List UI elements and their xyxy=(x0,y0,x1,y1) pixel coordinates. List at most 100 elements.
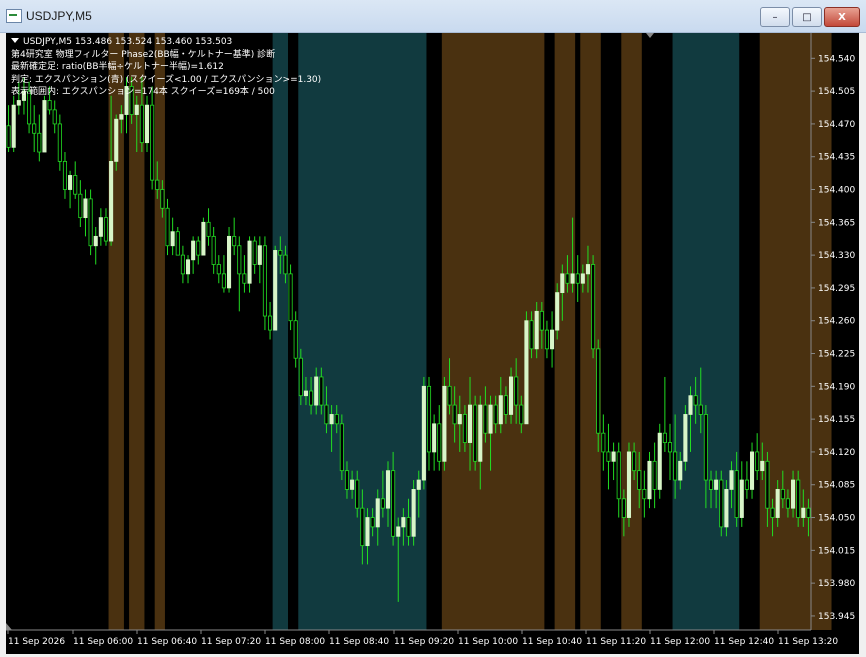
candle-body xyxy=(257,245,262,265)
candle-body xyxy=(426,385,432,453)
candle xyxy=(421,376,426,490)
candle xyxy=(216,255,221,284)
title-bar[interactable]: USDJPY,M5 – □ X xyxy=(0,0,866,33)
price-tick-label: 154.540 xyxy=(818,54,855,64)
price-tick-label: 154.225 xyxy=(818,350,855,360)
candle xyxy=(144,95,150,153)
candle xyxy=(616,442,621,518)
squeeze-zone xyxy=(154,33,165,630)
candle-body xyxy=(734,470,739,518)
candle-body xyxy=(514,376,519,406)
candle xyxy=(32,105,37,153)
candle-body xyxy=(611,451,616,462)
candle xyxy=(473,395,478,471)
candle-body xyxy=(175,231,180,256)
candle-body xyxy=(47,100,52,111)
candle-body xyxy=(160,189,165,209)
candle-body xyxy=(298,357,303,397)
expansion-zone xyxy=(672,33,740,630)
candle xyxy=(237,236,242,312)
candle-body xyxy=(155,179,160,190)
quote-text: USDJPY,M5 153.486 153.524 153.460 153.50… xyxy=(23,37,233,47)
time-axis: 11 Sep 2026 11 Sep 06:00 11 Sep 06:40 11 Se… xyxy=(7,630,838,647)
candle xyxy=(339,414,344,481)
candle-body xyxy=(478,404,483,462)
candle xyxy=(524,311,529,425)
candle-body xyxy=(565,273,570,284)
candle-body xyxy=(303,390,308,397)
candle-body xyxy=(714,479,719,490)
candle-body xyxy=(134,104,139,115)
candle xyxy=(749,442,755,499)
candle-body xyxy=(452,404,457,425)
candle xyxy=(442,376,447,471)
candle-body xyxy=(616,451,621,500)
candle-body xyxy=(309,390,314,406)
candle-body xyxy=(385,470,391,509)
candle-body xyxy=(380,498,385,509)
candle xyxy=(601,414,606,471)
time-tick-label: 11 Sep 08:00 xyxy=(265,637,325,647)
candle-body xyxy=(647,460,652,500)
candle xyxy=(180,245,185,284)
candle xyxy=(206,208,211,246)
candle-body xyxy=(139,104,144,144)
candle-body xyxy=(288,273,293,322)
candle-body xyxy=(739,479,744,518)
candle-body xyxy=(16,100,21,106)
candle xyxy=(232,217,237,256)
candle-body xyxy=(765,460,770,509)
candle-body xyxy=(724,489,729,528)
candle-body xyxy=(457,414,462,425)
minimize-button[interactable]: – xyxy=(760,7,790,27)
candle-body xyxy=(544,329,549,350)
candle-body xyxy=(760,460,765,472)
candle-body xyxy=(637,470,642,490)
candle-body xyxy=(6,125,11,148)
candle-body xyxy=(73,175,78,195)
candle-body xyxy=(483,404,488,434)
candle-body xyxy=(560,273,565,294)
candle xyxy=(652,442,657,509)
candle xyxy=(426,376,432,471)
candle-body xyxy=(293,320,298,359)
squeeze-zone xyxy=(580,33,601,630)
candle-body xyxy=(355,479,360,509)
candle-body xyxy=(421,385,426,481)
candle xyxy=(150,86,155,190)
candle-body xyxy=(606,451,611,462)
candle-body xyxy=(662,432,667,443)
time-tick-label: 11 Sep 2026 xyxy=(8,637,65,647)
price-tick-label: 154.085 xyxy=(818,481,855,491)
price-tick-label: 154.190 xyxy=(818,382,855,392)
chart-shift-marker-icon[interactable] xyxy=(646,33,654,38)
price-chart[interactable]: 154.540 154.505 154.470 154.435 154.400 154.3… xyxy=(6,33,859,654)
candle-body xyxy=(324,404,329,425)
candle-body xyxy=(503,395,508,415)
candle xyxy=(98,208,103,246)
candle-body xyxy=(278,250,283,256)
candle xyxy=(88,189,93,256)
candle xyxy=(227,227,232,293)
candle-body xyxy=(401,517,406,528)
candlestick-chart[interactable]: 154.540 154.505 154.470 154.435 154.400 154.3… xyxy=(6,33,859,654)
candle-body xyxy=(329,414,334,425)
price-tick-label: 154.470 xyxy=(818,120,855,130)
phase-zones xyxy=(108,33,832,630)
collapse-triangle-icon[interactable] xyxy=(11,38,19,43)
candle-body xyxy=(119,114,124,120)
time-tick-label: 11 Sep 07:20 xyxy=(201,637,261,647)
candle-body xyxy=(78,193,83,219)
candle-body xyxy=(473,404,478,462)
candle-body xyxy=(698,404,703,415)
time-tick-label: 11 Sep 12:40 xyxy=(714,637,774,647)
expansion-zone xyxy=(272,33,289,630)
time-tick-label: 11 Sep 10:00 xyxy=(458,637,518,647)
candle-body xyxy=(755,451,760,472)
candle xyxy=(62,152,68,199)
candle xyxy=(6,105,11,153)
maximize-button[interactable]: □ xyxy=(792,7,822,27)
candle xyxy=(591,255,596,359)
price-tick-label: 154.400 xyxy=(818,186,855,196)
close-button[interactable]: X xyxy=(824,7,860,27)
